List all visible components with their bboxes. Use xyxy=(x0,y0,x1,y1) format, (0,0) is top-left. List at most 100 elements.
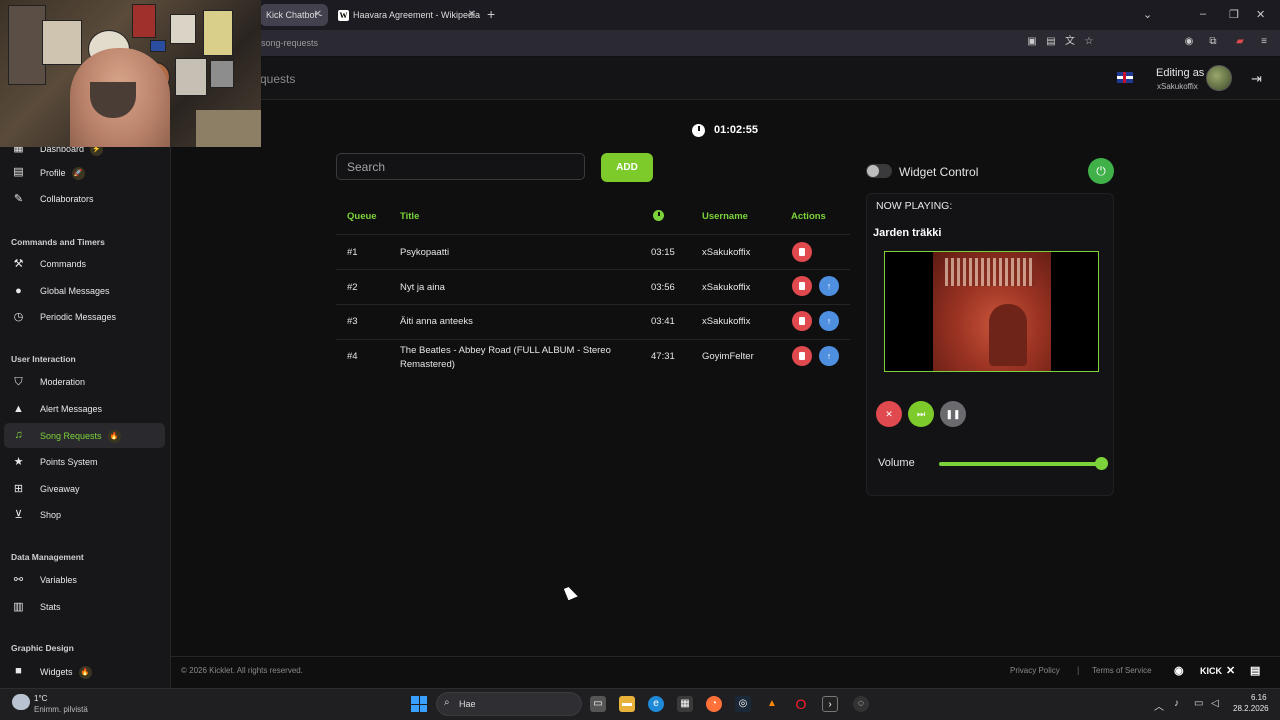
url-bar[interactable]: song-requests xyxy=(261,38,318,48)
tools-icon: ✎ xyxy=(13,193,24,205)
tab-label: Haavara Agreement - Wikipedia xyxy=(353,10,481,20)
tab-kick-chatbot[interactable]: Kick Chatbot - ✕ xyxy=(260,4,328,26)
add-button[interactable]: ADD xyxy=(601,153,653,182)
privacy-policy-link[interactable]: Privacy Policy xyxy=(1010,666,1060,675)
tray-chevron-icon[interactable]: ︿ xyxy=(1154,698,1164,713)
list-icon: ▤ xyxy=(13,166,24,178)
column-header-username: Username xyxy=(702,211,748,222)
tab-list-chevron-icon[interactable]: ⌄ xyxy=(1143,8,1152,21)
sidebar-item-commands[interactable]: ⚒ Commands xyxy=(4,252,165,277)
reader-icon[interactable]: ▤ xyxy=(1045,36,1057,48)
x-icon[interactable]: ✕ xyxy=(1226,664,1235,677)
power-button[interactable]: ⏻ xyxy=(1088,158,1114,184)
opera-icon[interactable]: O xyxy=(793,696,809,712)
editing-as-label: Editing as xyxy=(1156,67,1205,79)
sidebar-item-shop[interactable]: ⊻ Shop xyxy=(4,503,165,528)
skip-button[interactable]: ⏭ xyxy=(908,401,934,427)
speaker-icon[interactable]: ◁ xyxy=(1211,698,1219,709)
sidebar-item-song-requests[interactable]: ♫ Song Requests 🔥 xyxy=(4,423,165,448)
page-title: quests xyxy=(260,72,296,86)
menu-icon[interactable]: ≡ xyxy=(1258,36,1270,48)
volume-fill xyxy=(939,462,1101,466)
close-window-icon[interactable]: ✕ xyxy=(1256,8,1265,21)
footer-divider xyxy=(171,656,1280,657)
move-up-button[interactable]: ↑ xyxy=(819,346,839,366)
microphone-icon[interactable]: ♪ xyxy=(1174,698,1179,709)
file-explorer-icon[interactable]: ▬ xyxy=(619,696,635,712)
document-icon[interactable]: ▤ xyxy=(1250,664,1260,677)
delete-button[interactable] xyxy=(792,242,812,262)
delete-button[interactable] xyxy=(792,276,812,296)
tab-wikipedia[interactable]: W Haavara Agreement - Wikipedia ✕ xyxy=(332,4,482,26)
terms-of-service-link[interactable]: Terms of Service xyxy=(1092,666,1152,675)
obs-icon[interactable]: ◌ xyxy=(853,696,869,712)
vlc-icon[interactable]: ▲ xyxy=(764,696,780,712)
close-tab-icon[interactable]: ✕ xyxy=(468,4,476,26)
screenshot-icon[interactable]: ▣ xyxy=(1026,36,1038,48)
move-up-button[interactable]: ↑ xyxy=(819,311,839,331)
task-view-icon[interactable]: ▭ xyxy=(590,696,606,712)
stop-button[interactable]: ✕ xyxy=(876,401,902,427)
wikipedia-icon: W xyxy=(338,10,349,22)
sidebar-item-label: Commands xyxy=(40,259,87,269)
video-player[interactable] xyxy=(884,251,1099,372)
minimize-icon[interactable]: – xyxy=(1200,8,1206,20)
video-icon: ■ xyxy=(15,665,22,677)
extensions-icon[interactable]: ⧉ xyxy=(1207,36,1219,48)
sidebar-item-profile[interactable]: ▤ Profile 🚀 xyxy=(4,160,165,185)
bookmark-star-icon[interactable]: ☆ xyxy=(1083,36,1095,48)
kick-icon[interactable]: KICK xyxy=(1200,666,1222,676)
edge-icon[interactable]: e xyxy=(648,696,664,712)
taskbar-date: 28.2.2026 xyxy=(1233,704,1269,713)
store-icon[interactable]: ▦ xyxy=(677,696,693,712)
sidebar-section-commands: Commands and Timers xyxy=(11,237,105,247)
footer-separator: | xyxy=(1077,665,1080,675)
windows-start-icon[interactable] xyxy=(411,696,427,712)
sidebar-item-label: Stats xyxy=(40,602,61,612)
firefox-icon[interactable]: ◔ xyxy=(706,696,722,712)
sidebar-item-label: Alert Messages xyxy=(40,404,103,414)
taskbar-time: 6.16 xyxy=(1251,693,1267,702)
terminal-icon[interactable]: › xyxy=(822,696,838,712)
sidebar-item-giveaway[interactable]: ⊞ Giveaway xyxy=(4,477,165,502)
sidebar-item-periodic-messages[interactable]: ◷ Periodic Messages xyxy=(4,305,165,330)
new-tab-button[interactable]: + xyxy=(487,6,495,22)
taskbar-search[interactable] xyxy=(436,692,582,716)
sidebar-item-global-messages[interactable]: ● Global Messages xyxy=(4,279,165,304)
sidebar-item-collaborators[interactable]: ✎ Collaborators xyxy=(4,187,165,212)
song-duration: 03:56 xyxy=(651,282,675,293)
delete-button[interactable] xyxy=(792,346,812,366)
move-up-button[interactable]: ↑ xyxy=(819,276,839,296)
song-duration: 03:15 xyxy=(651,247,675,258)
queue-number: #1 xyxy=(347,247,358,258)
network-icon[interactable]: ▭ xyxy=(1194,698,1203,709)
sidebar-section-graphic-design: Graphic Design xyxy=(11,643,74,653)
sidebar-item-points-system[interactable]: ★ Points System xyxy=(4,450,165,475)
sidebar-item-widgets[interactable]: ■ Widgets 🔥 xyxy=(4,659,165,684)
volume-slider-handle[interactable] xyxy=(1095,457,1108,470)
translate-icon[interactable]: 文 xyxy=(1064,36,1076,48)
maximize-icon[interactable]: ❐ xyxy=(1229,8,1239,21)
sidebar-item-moderation[interactable]: ⛉ Moderation xyxy=(4,370,165,395)
discord-icon[interactable]: ◉ xyxy=(1174,664,1184,677)
steam-icon[interactable]: ◎ xyxy=(735,696,751,712)
delete-button[interactable] xyxy=(792,311,812,331)
sidebar-item-variables[interactable]: ⚯ Variables xyxy=(4,568,165,593)
close-tab-icon[interactable]: ✕ xyxy=(314,4,322,26)
widget-control-toggle[interactable] xyxy=(866,164,892,178)
pause-button[interactable]: ❚❚ xyxy=(940,401,966,427)
logout-icon[interactable]: ⇥ xyxy=(1251,71,1262,87)
extension-badge-icon[interactable]: ▰ xyxy=(1234,36,1246,48)
column-header-title: Title xyxy=(400,211,420,222)
weather-cloud-icon[interactable] xyxy=(12,694,30,710)
hammer-icon: ⚒ xyxy=(13,258,24,270)
duration-clock-icon xyxy=(653,210,664,221)
uk-flag-icon[interactable] xyxy=(1117,72,1133,83)
avatar[interactable] xyxy=(1206,65,1232,91)
account-icon[interactable]: ◉ xyxy=(1183,36,1195,48)
sidebar-item-label: Global Messages xyxy=(40,286,110,296)
song-duration: 03:41 xyxy=(651,316,675,327)
search-input[interactable] xyxy=(336,153,585,180)
sidebar-item-stats[interactable]: ▥ Stats xyxy=(4,595,165,620)
sidebar-item-alert-messages[interactable]: ▲ Alert Messages xyxy=(4,397,165,422)
